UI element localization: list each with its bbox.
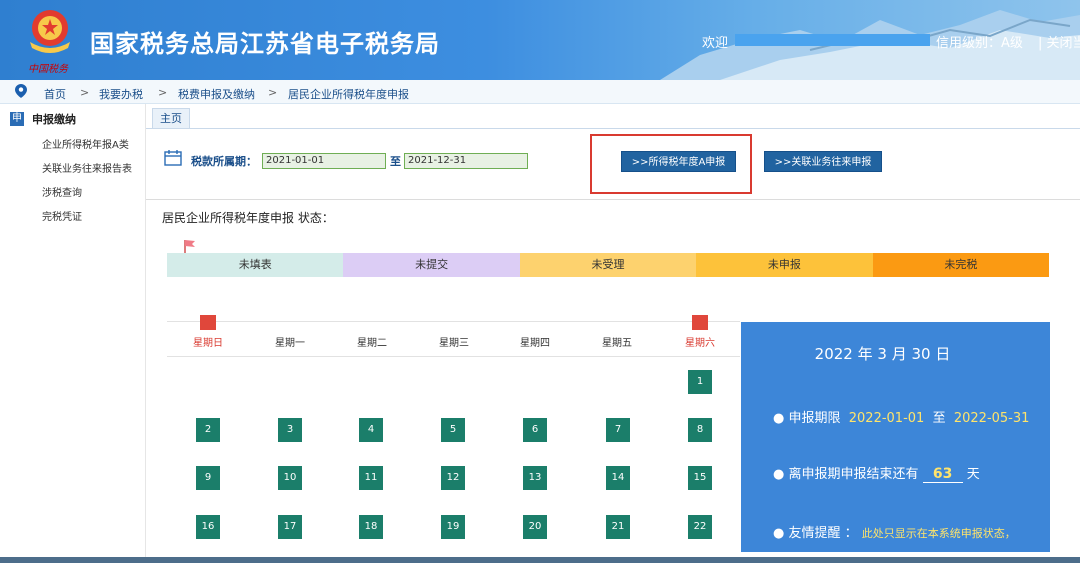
weekday-monday: 星期一 <box>275 338 305 349</box>
calendar-icon <box>164 150 182 166</box>
flag-icon <box>184 240 195 253</box>
sidebar-item-tax-certificate[interactable]: 完税凭证 <box>42 208 82 223</box>
weekday-sunday: 星期日 <box>193 338 223 349</box>
calendar-day[interactable]: 4 <box>359 418 383 442</box>
calendar-header-line <box>167 356 740 357</box>
calendar-day[interactable]: 15 <box>688 466 712 490</box>
breadcrumb-tax-handling[interactable]: 我要办税 <box>99 86 143 102</box>
current-date: 2022 年 3 月 30 日 <box>814 345 951 363</box>
sunday-marker-icon <box>200 315 216 330</box>
tip-label: ● 友情提醒 ： <box>773 526 858 541</box>
sidebar-section-declare-pay[interactable]: 申 申报缴纳 <box>10 111 76 127</box>
status-not-accepted: 未受理 <box>519 253 697 277</box>
status-bar: 未填表 未提交 未受理 未申报 未完税 <box>167 253 1050 277</box>
sidebar: 申 申报缴纳 企业所得税年报A类 关联业务往来报告表 涉税查询 完税凭证 <box>0 104 146 563</box>
calendar-day[interactable]: 13 <box>523 466 547 490</box>
breadcrumb: 首页 > 我要办税 > 税费申报及缴纳 > 居民企业所得税年度申报 <box>0 80 1080 104</box>
friendly-tip-row: ● 友情提醒 ： 此处只显示在本系统申报状态， <box>773 522 1016 541</box>
sidebar-section-label: 申报缴纳 <box>32 113 76 126</box>
calendar-day[interactable]: 18 <box>359 515 383 539</box>
status-not-submitted: 未提交 <box>343 253 520 277</box>
weekday-friday: 星期五 <box>602 338 632 349</box>
related-party-declare-button[interactable]: >>关联业务往来申报 <box>764 151 882 172</box>
calendar-day[interactable]: 1 <box>688 370 712 394</box>
period-to-label: 至 <box>390 155 401 168</box>
sidebar-item-annual-a[interactable]: 企业所得税年报A类 <box>42 136 129 151</box>
calendar-day[interactable]: 20 <box>523 515 547 539</box>
breadcrumb-separator: > <box>268 86 278 99</box>
calendar-day[interactable]: 2 <box>196 418 220 442</box>
declare-section-icon: 申 <box>10 112 24 126</box>
annotation-highlight-box <box>590 134 752 194</box>
deadline-days: 63 <box>922 466 963 483</box>
declaration-period-label: ● 申报期限 <box>773 411 841 426</box>
weekday-saturday: 星期六 <box>685 338 715 349</box>
tab-home[interactable]: 主页 <box>152 108 190 128</box>
calendar-day[interactable]: 21 <box>606 515 630 539</box>
location-pin-icon <box>15 84 27 98</box>
site-header: 中国税务 国家税务总局江苏省电子税务局 欢迎 信用级别：A级 | 关闭当 <box>0 0 1080 80</box>
status-tax-unpaid: 未完税 <box>872 253 1050 277</box>
emblem-caption: 中国税务 <box>28 64 68 75</box>
weekday-thursday: 星期四 <box>520 338 550 349</box>
declaration-period-row: ● 申报期限 2022-01-01 至 2022-05-31 <box>773 407 1029 426</box>
sidebar-item-tax-query[interactable]: 涉税查询 <box>42 184 82 199</box>
close-link[interactable]: | 关闭当 <box>1038 32 1080 51</box>
tax-emblem-icon <box>30 10 70 53</box>
calendar-top-line <box>167 321 740 322</box>
calendar-day[interactable]: 19 <box>441 515 465 539</box>
status-not-filled: 未填表 <box>167 253 344 277</box>
declaration-period-start: 2022-01-01 <box>848 411 925 426</box>
tab-divider <box>146 128 1080 129</box>
declaration-period-end: 2022-05-31 <box>953 411 1030 426</box>
status-title: 居民企业所得税年度申报 状态： <box>162 211 334 225</box>
calendar-day[interactable]: 11 <box>359 466 383 490</box>
tip-text: 此处只显示在本系统申报状态， <box>861 527 1016 540</box>
weekday-tuesday: 星期二 <box>357 338 387 349</box>
deadline-suffix: 天 <box>966 467 980 482</box>
calendar-day[interactable]: 12 <box>441 466 465 490</box>
saturday-marker-icon <box>692 315 708 330</box>
window-bottom-strip <box>0 557 1080 563</box>
credit-level: 信用级别：A级 <box>936 36 1023 51</box>
declaration-period-to: 至 <box>932 411 946 426</box>
calendar-day[interactable]: 17 <box>278 515 302 539</box>
deadline-countdown-row: ● 离申报期申报结束还有 63 天 <box>773 463 980 483</box>
breadcrumb-separator: > <box>80 86 90 99</box>
calendar-day[interactable]: 10 <box>278 466 302 490</box>
tax-period-label: 税款所属期： <box>191 155 257 168</box>
username-redacted <box>735 34 930 46</box>
period-start-field[interactable]: 2021-01-01 <box>262 153 386 169</box>
calendar-day[interactable]: 16 <box>196 515 220 539</box>
site-title: 国家税务总局江苏省电子税务局 <box>90 30 440 58</box>
welcome-text: 欢迎 <box>702 36 729 51</box>
weekday-wednesday: 星期三 <box>439 338 469 349</box>
section-divider <box>146 199 1080 200</box>
period-end-field[interactable]: 2021-12-31 <box>404 153 528 169</box>
breadcrumb-separator: > <box>158 86 168 99</box>
sidebar-item-related-party[interactable]: 关联业务往来报告表 <box>42 160 132 175</box>
calendar-day[interactable]: 8 <box>688 418 712 442</box>
calendar-day[interactable]: 9 <box>196 466 220 490</box>
calendar-day[interactable]: 6 <box>523 418 547 442</box>
calendar-day[interactable]: 5 <box>441 418 465 442</box>
calendar-day[interactable]: 14 <box>606 466 630 490</box>
status-not-declared: 未申报 <box>696 253 873 277</box>
calendar-day[interactable]: 3 <box>278 418 302 442</box>
calendar-day[interactable]: 22 <box>688 515 712 539</box>
breadcrumb-declare-pay[interactable]: 税费申报及缴纳 <box>178 86 255 102</box>
breadcrumb-current: 居民企业所得税年度申报 <box>288 88 409 101</box>
calendar-day[interactable]: 7 <box>606 418 630 442</box>
deadline-prefix: ● 离申报期申报结束还有 <box>773 467 919 482</box>
breadcrumb-home[interactable]: 首页 <box>44 86 66 102</box>
declaration-info-panel: 2022 年 3 月 30 日 ● 申报期限 2022-01-01 至 2022… <box>741 322 1050 552</box>
